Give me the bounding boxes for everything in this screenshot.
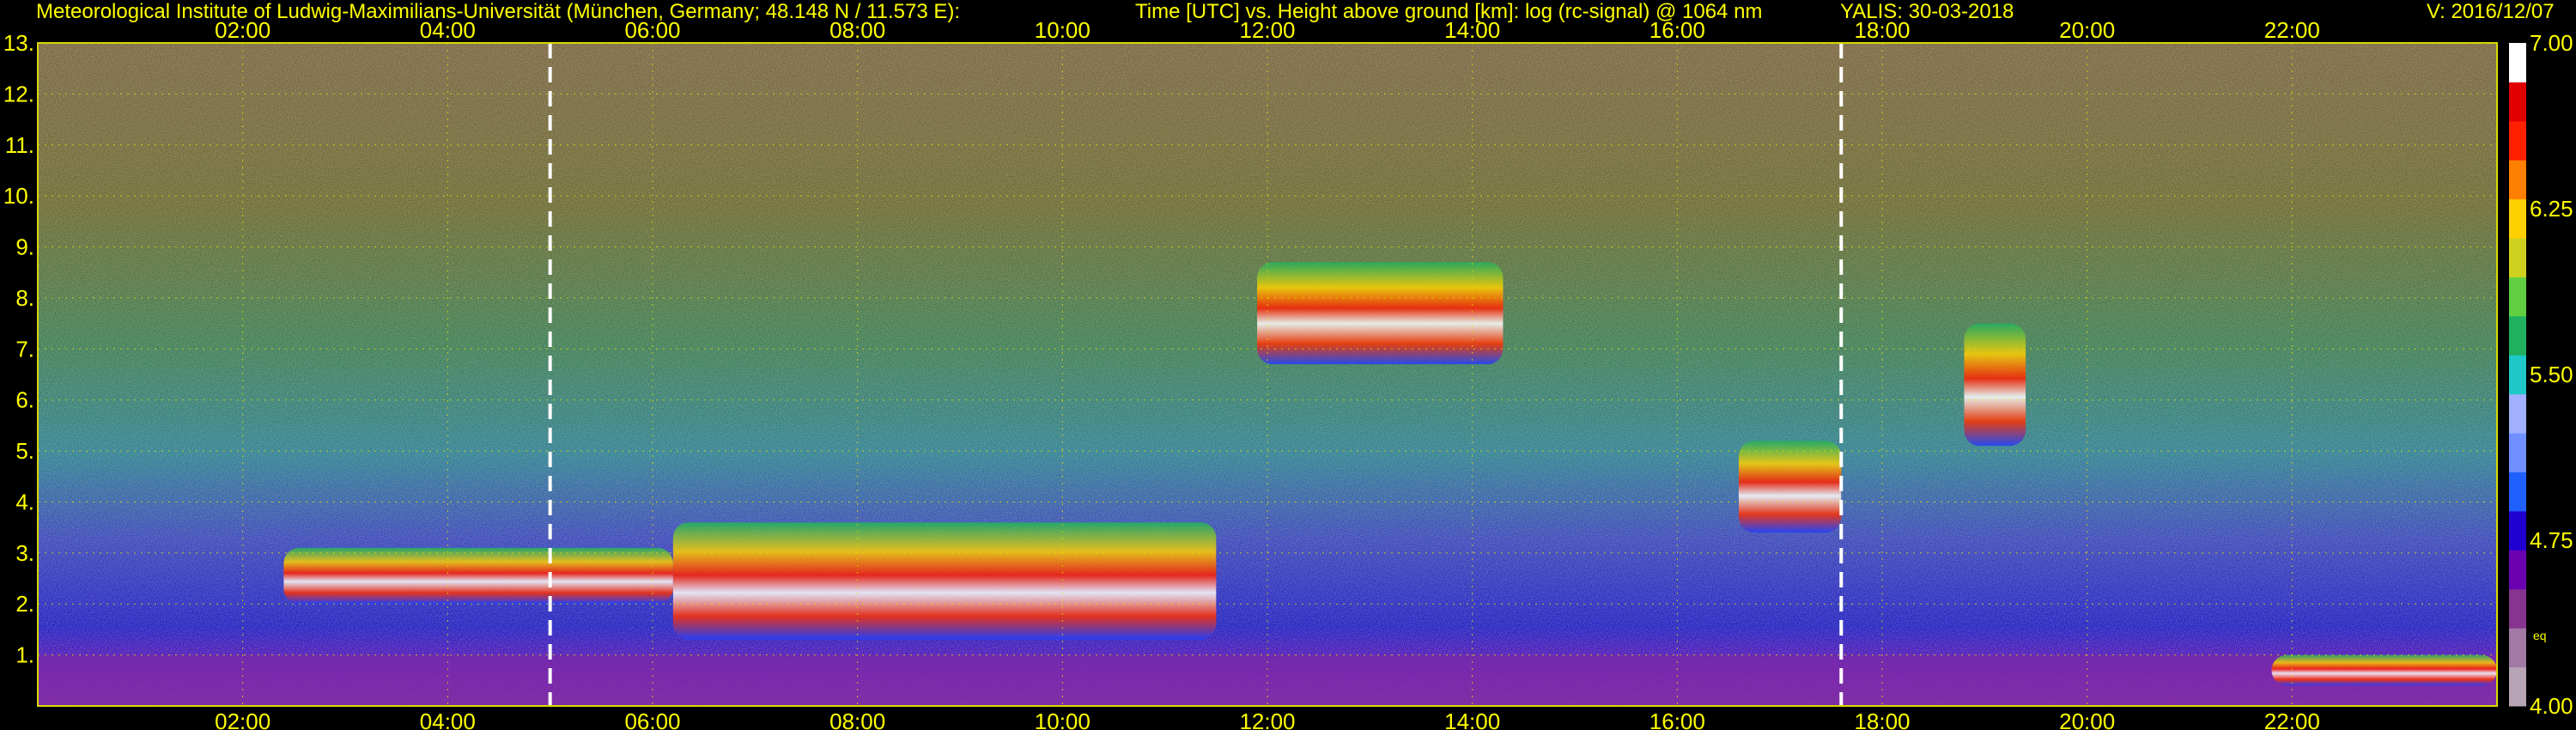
colorbar-segment — [2509, 550, 2526, 590]
x-tick-label-bottom: 02:00 — [215, 709, 270, 730]
x-tick-label-bottom: 16:00 — [1649, 709, 1705, 730]
institute-title: Meteorological Institute of Ludwig-Maxim… — [36, 0, 961, 23]
x-tick-label-bottom: 06:00 — [624, 709, 680, 730]
x-tick-label-bottom: 18:00 — [1854, 709, 1910, 730]
colorbar-segment — [2509, 355, 2526, 395]
colorbar-segment — [2509, 393, 2526, 434]
y-tick-label: 8. — [15, 285, 34, 311]
y-tick-label: 1. — [15, 642, 34, 668]
lidar-chart: 7.00 6.25 5.50 4.75 4.00 eq 1. 2. 3. 4. 5. 6. 7. 8. 9… — [3, 17, 2573, 730]
feature-4 — [1738, 441, 1842, 533]
chart-description: Time [UTC] vs. Height above ground [km]:… — [1135, 0, 1763, 23]
colorbar-tick-label: 5.50 — [2530, 362, 2573, 387]
y-tick-label: 10. — [3, 183, 34, 209]
colorbar-segment — [2509, 43, 2526, 82]
y-tick-label: 7. — [15, 336, 34, 362]
feature-1 — [283, 547, 673, 605]
colorbar-tick-label: 6.25 — [2530, 196, 2573, 222]
x-tick-label-top: 20:00 — [2059, 17, 2115, 43]
y-tick-label: 11. — [5, 132, 34, 158]
feature-2 — [672, 522, 1217, 640]
colorbar-segment — [2509, 198, 2526, 239]
instrument-date: YALIS: 30-03-2018 — [1840, 0, 2014, 23]
x-tick-label-top: 10:00 — [1035, 17, 1091, 43]
colorbar-segment — [2509, 277, 2526, 317]
colorbar-tick-label: 7.00 — [2530, 30, 2573, 56]
x-tick-label-bottom: 04:00 — [420, 709, 476, 730]
feature-5 — [1964, 323, 2026, 447]
x-tick-label-bottom: 20:00 — [2059, 709, 2115, 730]
x-tick-label-bottom: 12:00 — [1239, 709, 1295, 730]
y-tick-label: 6. — [15, 387, 34, 413]
x-tick-label-bottom: 08:00 — [829, 709, 885, 730]
colorbar-segment — [2509, 315, 2526, 356]
feature-6 — [2271, 654, 2497, 686]
y-tick-label: 4. — [15, 489, 34, 514]
y-tick-label: 2. — [15, 591, 34, 617]
colorbar-segment — [2509, 588, 2526, 629]
y-tick-label: 5. — [15, 438, 34, 464]
x-tick-label-bottom: 22:00 — [2264, 709, 2320, 730]
colorbar-segment — [2509, 160, 2526, 200]
x-tick-label-top: 22:00 — [2264, 17, 2320, 43]
y-tick-label: 9. — [15, 234, 34, 260]
y-tick-label: 3. — [15, 540, 34, 566]
colorbar-segment — [2509, 666, 2526, 707]
colorbar-segment — [2509, 238, 2526, 277]
x-tick-label-bottom: 10:00 — [1035, 709, 1091, 730]
feature-3 — [1257, 262, 1504, 365]
version-label: V: 2016/12/07 — [2427, 0, 2555, 23]
colorbar-segment — [2509, 628, 2526, 668]
colorbar-segment — [2509, 471, 2526, 512]
y-tick-label: 13. — [3, 30, 34, 56]
colorbar-note: eq — [2533, 629, 2547, 642]
colorbar-segment — [2509, 120, 2526, 161]
x-tick-label-bottom: 14:00 — [1444, 709, 1500, 730]
colorbar-tick-label: 4.75 — [2530, 527, 2573, 553]
y-tick-label: 12. — [3, 81, 34, 106]
colorbar-segment — [2509, 510, 2526, 551]
colorbar-segment — [2509, 433, 2526, 473]
colorbar: 7.00 6.25 5.50 4.75 4.00 eq — [2509, 30, 2573, 719]
colorbar-tick-label: 4.00 — [2530, 693, 2573, 719]
colorbar-segment — [2509, 82, 2526, 122]
